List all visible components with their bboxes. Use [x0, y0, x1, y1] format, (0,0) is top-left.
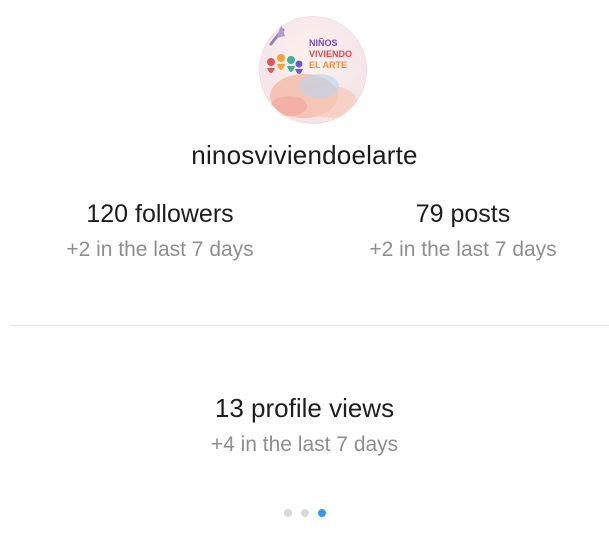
page-dot-2[interactable] [300, 509, 309, 517]
logo-text-line-2: VIVIENDO [309, 49, 352, 59]
profile-avatar[interactable]: NIÑOS VIVIENDO EL ARTE [259, 16, 367, 124]
profile-views-change: +4 in the last 7 days [210, 433, 399, 456]
section-divider [10, 325, 609, 326]
profile-views-stat: 13 profile views +4 in the last 7 days [0, 392, 609, 459]
followers-change: +2 in the last 7 days [66, 238, 254, 261]
logo-text-line-3: EL ARTE [309, 60, 347, 70]
page-dot-1[interactable] [283, 509, 292, 517]
posts-change: +2 in the last 7 days [369, 238, 557, 261]
followers-count: 120 followers [86, 200, 234, 228]
posts-stat: 79 posts +2 in the last 7 days [343, 198, 583, 264]
logo-text-line-1: NIÑOS [309, 38, 338, 48]
profile-username: ninosviviendoelarte [191, 140, 418, 170]
page-indicator[interactable] [0, 509, 609, 517]
logo-art: NIÑOS VIVIENDO EL ARTE [267, 24, 357, 118]
page-dot-3[interactable] [317, 509, 326, 517]
profile-views-count: 13 profile views [214, 393, 395, 423]
posts-count: 79 posts [415, 200, 511, 228]
followers-stat: 120 followers +2 in the last 7 days [40, 198, 280, 264]
